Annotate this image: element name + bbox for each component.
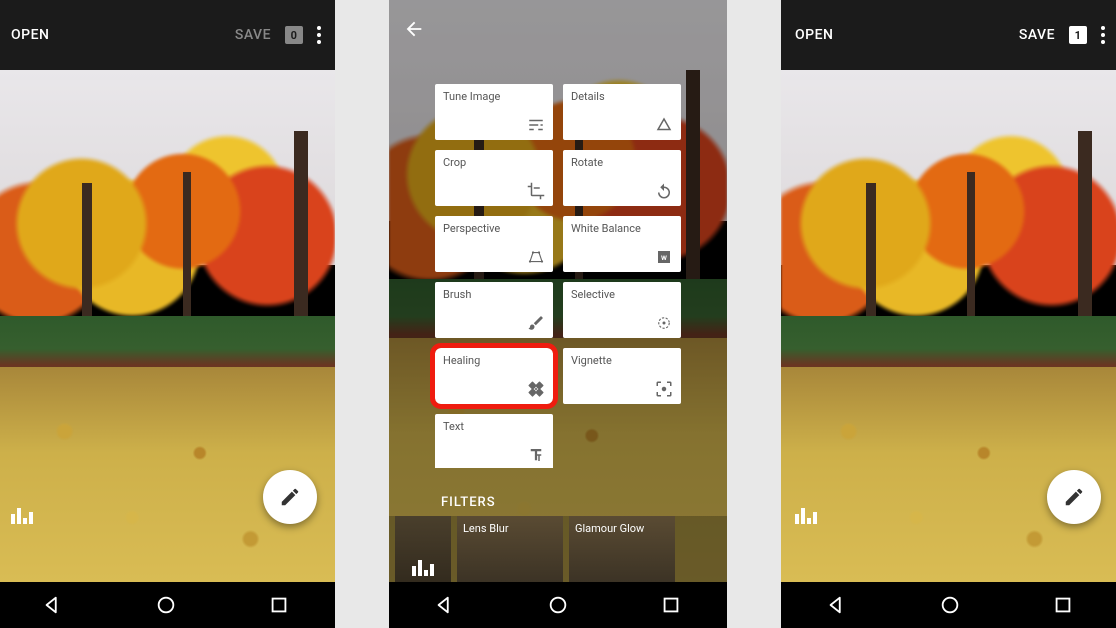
tool-text[interactable]: Text bbox=[435, 414, 553, 468]
filter-histogram[interactable] bbox=[395, 516, 451, 582]
filter-lens-blur[interactable]: Lens Blur bbox=[457, 516, 563, 582]
edit-count-badge[interactable]: 1 bbox=[1069, 26, 1087, 44]
filter-glamour-glow[interactable]: Glamour Glow bbox=[569, 516, 675, 582]
wb-icon: W bbox=[655, 248, 673, 266]
nav-back-icon[interactable] bbox=[42, 594, 64, 616]
tool-label: Brush bbox=[443, 288, 545, 301]
image-canvas[interactable] bbox=[0, 70, 335, 582]
selective-icon bbox=[655, 314, 673, 332]
tool-label: Vignette bbox=[571, 354, 673, 367]
healing-icon bbox=[527, 380, 545, 398]
android-nav-bar bbox=[0, 582, 335, 628]
histogram-icon[interactable] bbox=[11, 508, 33, 524]
tool-white-balance[interactable]: White Balance W bbox=[563, 216, 681, 272]
pencil-icon bbox=[279, 486, 301, 508]
nav-recent-icon[interactable] bbox=[1052, 594, 1074, 616]
edit-count-badge[interactable]: 0 bbox=[285, 26, 303, 44]
crop-icon bbox=[527, 182, 545, 200]
back-button[interactable] bbox=[403, 18, 425, 40]
arrow-back-icon bbox=[403, 18, 425, 40]
tool-vignette[interactable]: Vignette bbox=[563, 348, 681, 404]
filters-strip[interactable]: Lens Blur Glamour Glow bbox=[389, 516, 727, 582]
open-button[interactable]: OPEN bbox=[795, 27, 833, 43]
details-icon bbox=[655, 116, 673, 134]
screen-tools-menu: TOOLS Tune Image Details Crop Rotate Per… bbox=[389, 0, 727, 628]
tool-label: Details bbox=[571, 90, 673, 103]
nav-home-icon[interactable] bbox=[547, 594, 569, 616]
tool-perspective[interactable]: Perspective bbox=[435, 216, 553, 272]
tool-healing[interactable]: Healing bbox=[435, 348, 553, 404]
open-button[interactable]: OPEN bbox=[11, 27, 49, 43]
tools-panel: TOOLS Tune Image Details Crop Rotate Per… bbox=[389, 0, 727, 582]
tool-crop[interactable]: Crop bbox=[435, 150, 553, 206]
histogram-icon[interactable] bbox=[795, 508, 817, 524]
tool-label: White Balance bbox=[571, 222, 673, 235]
tool-label: Healing bbox=[443, 354, 545, 367]
filters-heading: FILTERS bbox=[441, 495, 496, 510]
perspective-icon bbox=[527, 248, 545, 266]
tool-label: Tune Image bbox=[443, 90, 545, 103]
screen-after-edit: OPEN SAVE 1 bbox=[781, 0, 1116, 628]
nav-back-icon[interactable] bbox=[826, 594, 848, 616]
android-nav-bar bbox=[389, 582, 727, 628]
nav-home-icon[interactable] bbox=[939, 594, 961, 616]
nav-home-icon[interactable] bbox=[155, 594, 177, 616]
save-button[interactable]: SAVE bbox=[1019, 27, 1055, 43]
more-menu-icon[interactable] bbox=[317, 26, 321, 44]
text-icon bbox=[527, 446, 545, 464]
save-button: SAVE bbox=[235, 27, 271, 43]
brush-icon bbox=[527, 314, 545, 332]
tool-label: Crop bbox=[443, 156, 545, 169]
tool-label: Rotate bbox=[571, 156, 673, 169]
filter-label: Lens Blur bbox=[463, 522, 509, 535]
edit-fab[interactable] bbox=[263, 470, 317, 524]
svg-text:W: W bbox=[661, 254, 667, 262]
image-canvas[interactable] bbox=[781, 70, 1116, 582]
filter-label: Glamour Glow bbox=[575, 522, 644, 535]
vignette-icon bbox=[655, 380, 673, 398]
tools-grid: Tune Image Details Crop Rotate Perspecti… bbox=[389, 84, 727, 468]
tool-selective[interactable]: Selective bbox=[563, 282, 681, 338]
tool-brush[interactable]: Brush bbox=[435, 282, 553, 338]
app-bar: OPEN SAVE 1 bbox=[781, 0, 1116, 70]
tool-details[interactable]: Details bbox=[563, 84, 681, 140]
tool-tune-image[interactable]: Tune Image bbox=[435, 84, 553, 140]
tool-label: Selective bbox=[571, 288, 673, 301]
more-menu-icon[interactable] bbox=[1101, 26, 1105, 44]
screen-before-edit: OPEN SAVE 0 bbox=[0, 0, 335, 628]
nav-recent-icon[interactable] bbox=[660, 594, 682, 616]
tool-label: Text bbox=[443, 420, 545, 433]
tool-rotate[interactable]: Rotate bbox=[563, 150, 681, 206]
nav-back-icon[interactable] bbox=[434, 594, 456, 616]
app-bar: OPEN SAVE 0 bbox=[0, 0, 335, 70]
pencil-icon bbox=[1063, 486, 1085, 508]
android-nav-bar bbox=[781, 582, 1116, 628]
edit-fab[interactable] bbox=[1047, 470, 1101, 524]
nav-recent-icon[interactable] bbox=[268, 594, 290, 616]
tool-label: Perspective bbox=[443, 222, 545, 235]
rotate-icon bbox=[655, 182, 673, 200]
tune-icon bbox=[527, 116, 545, 134]
